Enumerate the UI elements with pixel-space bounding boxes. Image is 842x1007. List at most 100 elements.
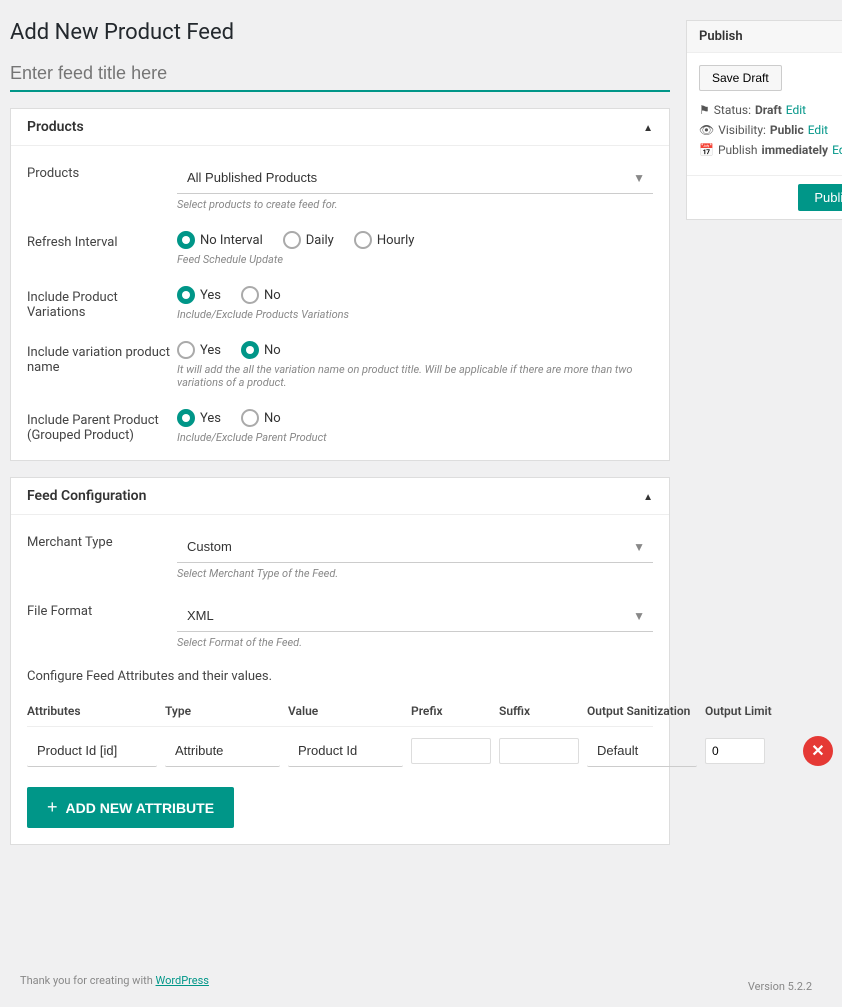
refresh-daily-dot: [283, 231, 301, 249]
feed-config-section-header[interactable]: Feed Configuration: [11, 478, 669, 515]
include-variations-no-label: No: [264, 288, 281, 303]
include-parent-field: Yes No Include/Exclude Parent Product: [177, 409, 653, 444]
include-variation-name-no-dot: [241, 341, 259, 359]
attr-prefix-input[interactable]: [411, 738, 491, 764]
include-variation-name-yes[interactable]: Yes: [177, 341, 221, 359]
publish-box: Publish Save Draft ⚑ Status: Draft Edit …: [686, 20, 842, 220]
refresh-hourly-dot: [354, 231, 372, 249]
feed-config-section: Feed Configuration Merchant Type Custom …: [10, 477, 670, 845]
attr-suffix-input[interactable]: [499, 738, 579, 764]
refresh-row: Refresh Interval No Interval Daily: [27, 231, 653, 266]
attr-attribute-select-wrapper: Product Id [id]: [27, 735, 157, 767]
attr-type-select-wrapper: Attribute Static: [165, 735, 280, 767]
attr-attribute-select[interactable]: Product Id [id]: [27, 735, 157, 767]
attr-value-select-wrapper: Product Id: [288, 735, 403, 767]
file-format-select-wrapper: XML CSV TSV ▼: [177, 600, 653, 632]
publish-footer: Publish: [687, 175, 842, 219]
merchant-type-select-wrapper: Custom Google Facebook ▼: [177, 531, 653, 563]
publish-timing-row: 📅 Publish immediately Edit: [699, 143, 842, 157]
products-section: Products Products All Published Products…: [10, 108, 670, 461]
include-variations-field: Yes No Include/Exclude Products Variatio…: [177, 286, 653, 321]
products-section-header[interactable]: Products: [11, 109, 669, 146]
include-parent-no-label: No: [264, 411, 281, 426]
publish-timing-edit-link[interactable]: Edit: [832, 143, 842, 157]
visibility-edit-link[interactable]: Edit: [808, 123, 828, 137]
publish-timing-label: Publish: [718, 143, 758, 157]
include-variations-no[interactable]: No: [241, 286, 281, 304]
include-parent-hint: Include/Exclude Parent Product: [177, 431, 653, 444]
products-label: Products: [27, 162, 177, 181]
attr-col-header-value: Value: [288, 704, 403, 718]
feed-config-section-body: Merchant Type Custom Google Facebook ▼ S…: [11, 515, 669, 844]
add-attribute-label: ADD NEW ATTRIBUTE: [66, 800, 215, 816]
include-variations-hint: Include/Exclude Products Variations: [177, 308, 653, 321]
file-format-label: File Format: [27, 600, 177, 619]
status-value: Draft: [755, 103, 782, 117]
merchant-type-field: Custom Google Facebook ▼ Select Merchant…: [177, 531, 653, 580]
merchant-type-select[interactable]: Custom Google Facebook: [177, 531, 653, 563]
products-select-wrapper: All Published Products Featured Products…: [177, 162, 653, 194]
refresh-no-interval-label: No Interval: [200, 233, 263, 248]
save-draft-button[interactable]: Save Draft: [699, 65, 782, 91]
include-variations-row: Include Product Variations Yes No: [27, 286, 653, 321]
include-variations-yes[interactable]: Yes: [177, 286, 221, 304]
visibility-label: Visibility:: [718, 123, 766, 137]
feed-config-collapse-icon: [643, 489, 653, 504]
products-section-body: Products All Published Products Featured…: [11, 146, 669, 460]
products-section-title: Products: [27, 119, 84, 135]
sidebar: Publish Save Draft ⚑ Status: Draft Edit …: [686, 20, 842, 940]
include-parent-radio-group: Yes No: [177, 409, 653, 427]
refresh-radio-group: No Interval Daily Hourly: [177, 231, 653, 249]
include-parent-label: Include Parent Product (Grouped Product): [27, 409, 177, 443]
include-parent-yes-dot: [177, 409, 195, 427]
attr-sanitization-select[interactable]: Default: [587, 735, 697, 767]
eye-icon: 👁: [699, 123, 714, 137]
include-parent-yes[interactable]: Yes: [177, 409, 221, 427]
include-variation-name-no[interactable]: No: [241, 341, 281, 359]
include-variation-name-yes-dot: [177, 341, 195, 359]
attr-col-header-attributes: Attributes: [27, 704, 157, 718]
publish-button[interactable]: Publish: [798, 184, 842, 211]
calendar-icon: 📅: [699, 143, 714, 157]
table-row: Product Id [id] Attribute Static Product…: [27, 727, 653, 775]
include-variations-yes-dot: [177, 286, 195, 304]
products-hint: Select products to create feed for.: [177, 198, 653, 211]
include-parent-no-dot: [241, 409, 259, 427]
include-variation-name-label: Include variation product name: [27, 341, 177, 375]
include-variation-name-row: Include variation product name Yes No: [27, 341, 653, 389]
attr-col-header-type: Type: [165, 704, 280, 718]
publish-visibility-row: 👁 Visibility: Public Edit: [699, 123, 842, 137]
plus-icon: +: [47, 797, 58, 818]
version-text: Version 5.2.2: [728, 976, 832, 997]
refresh-daily[interactable]: Daily: [283, 231, 334, 249]
footer-label: Thank you for creating with: [20, 974, 153, 987]
refresh-daily-label: Daily: [306, 233, 334, 248]
publish-box-title: Publish: [699, 29, 743, 44]
add-attribute-button[interactable]: + ADD NEW ATTRIBUTE: [27, 787, 234, 828]
refresh-hint: Feed Schedule Update: [177, 253, 653, 266]
include-parent-no[interactable]: No: [241, 409, 281, 427]
include-variation-name-radio-group: Yes No: [177, 341, 653, 359]
merchant-type-label: Merchant Type: [27, 531, 177, 550]
products-field: All Published Products Featured Products…: [177, 162, 653, 211]
products-select[interactable]: All Published Products Featured Products…: [177, 162, 653, 194]
attr-col-header-suffix: Suffix: [499, 704, 579, 718]
file-format-row: File Format XML CSV TSV ▼ Select Format …: [27, 600, 653, 649]
file-format-field: XML CSV TSV ▼ Select Format of the Feed.: [177, 600, 653, 649]
file-format-select[interactable]: XML CSV TSV: [177, 600, 653, 632]
merchant-type-hint: Select Merchant Type of the Feed.: [177, 567, 653, 580]
publish-timing-value: immediately: [762, 143, 829, 157]
attr-value-select[interactable]: Product Id: [288, 735, 403, 767]
refresh-field: No Interval Daily Hourly Feed Sche: [177, 231, 653, 266]
refresh-hourly[interactable]: Hourly: [354, 231, 415, 249]
feed-title-input[interactable]: [10, 57, 670, 92]
attr-table-header: Attributes Type Value Prefix Suffix Outp…: [27, 696, 653, 727]
footer-wordpress-link[interactable]: WordPress: [156, 974, 209, 987]
refresh-label: Refresh Interval: [27, 231, 177, 250]
status-edit-link[interactable]: Edit: [786, 103, 806, 117]
include-variations-no-dot: [241, 286, 259, 304]
include-variation-name-hint: It will add the all the variation name o…: [177, 363, 653, 389]
attr-col-header-output-sanitization: Output Sanitization: [587, 704, 697, 718]
attr-type-select[interactable]: Attribute Static: [165, 735, 280, 767]
refresh-no-interval[interactable]: No Interval: [177, 231, 263, 249]
